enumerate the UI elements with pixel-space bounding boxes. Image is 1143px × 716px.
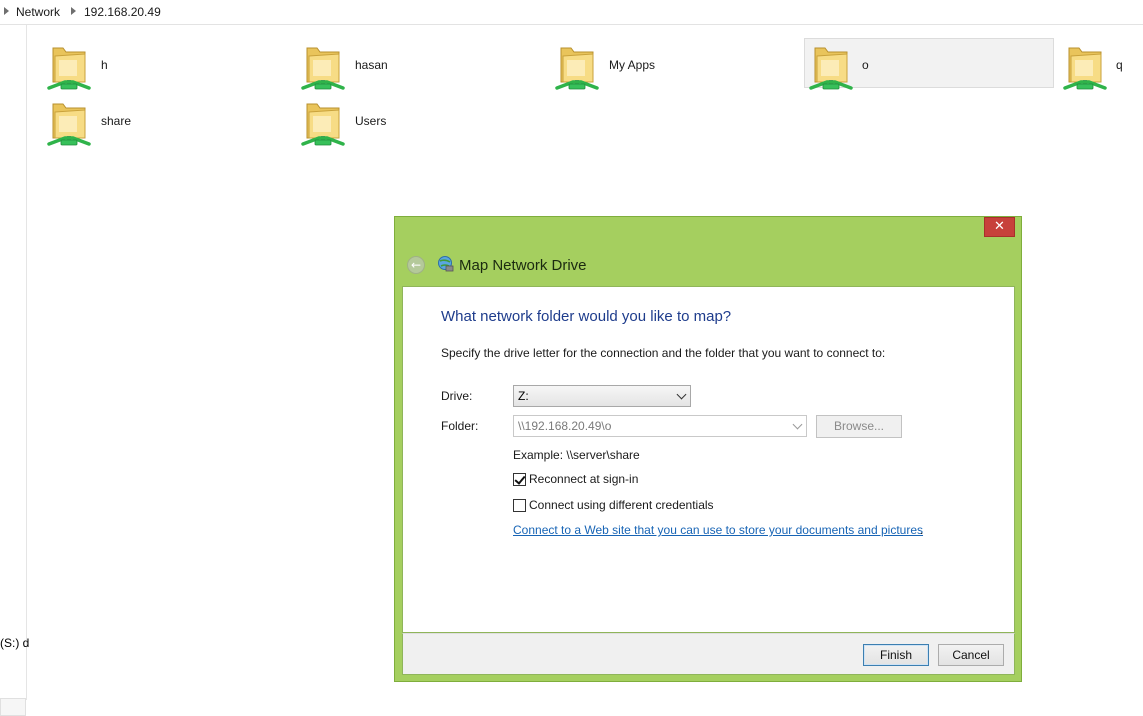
browse-button[interactable]: Browse... (816, 415, 902, 438)
chevron-right-icon[interactable] (71, 7, 76, 15)
network-folder-icon (301, 102, 345, 146)
folder-value: \\192.168.20.49\o (518, 419, 612, 433)
folder-label: My Apps (609, 58, 656, 72)
instructions-text: Specify the drive letter for the connect… (441, 346, 886, 360)
back-arrow-icon: ← (410, 258, 422, 272)
reconnect-label[interactable]: Reconnect at sign-in (529, 472, 638, 486)
chevron-right-icon[interactable] (4, 7, 9, 15)
address-bar[interactable]: Network 192.168.20.49 (0, 0, 1143, 25)
reconnect-checkbox[interactable] (513, 473, 526, 486)
network-folder-icon (809, 46, 853, 90)
folder-label: Folder: (441, 419, 479, 433)
network-folder-icon (1063, 46, 1107, 90)
back-button[interactable]: ← (407, 256, 425, 274)
network-folder-icon (47, 46, 91, 90)
dialog-content: What network folder would you like to ma… (402, 286, 1015, 633)
horizontal-scrollbar[interactable] (0, 698, 26, 716)
example-text: Example: \\server\share (513, 448, 640, 462)
drive-select[interactable]: Z: (513, 385, 691, 407)
folder-label: h (101, 58, 108, 72)
dialog-title: Map Network Drive (459, 257, 587, 274)
folder-my-apps[interactable]: My Apps (540, 38, 790, 90)
finish-button[interactable]: Finish (863, 644, 929, 666)
folder-label: q (1116, 58, 1123, 72)
chevron-down-icon (676, 389, 687, 400)
chevron-down-icon[interactable] (792, 419, 803, 430)
network-folder-icon (47, 102, 91, 146)
nav-item-drive-s[interactable]: (S:) d (0, 636, 29, 650)
checkmark-icon (514, 473, 526, 485)
breadcrumb-host[interactable]: 192.168.20.49 (84, 5, 161, 19)
folder-label: Users (355, 114, 387, 128)
network-folder-icon (555, 46, 599, 90)
cancel-button[interactable]: Cancel (938, 644, 1004, 666)
network-folder-icon (301, 46, 345, 90)
folder-label: hasan (355, 58, 388, 72)
navigation-pane: (S:) d (0, 25, 29, 716)
dialog-footer: Finish Cancel (402, 633, 1015, 675)
folder-input[interactable]: \\192.168.20.49\o (513, 415, 807, 437)
folder-label: share (101, 114, 132, 128)
folder-label: o (862, 58, 869, 72)
close-icon: ✕ (994, 219, 1005, 234)
folder-hasan[interactable]: hasan (286, 38, 536, 90)
folder-share[interactable]: share (32, 94, 282, 146)
drive-label: Drive: (441, 389, 473, 403)
folder-h[interactable]: h (32, 38, 282, 90)
breadcrumb-network[interactable]: Network (16, 5, 60, 19)
map-network-drive-dialog: ✕ ← Map Network Drive What network folde… (394, 216, 1022, 682)
folder-q[interactable]: q (1058, 38, 1143, 90)
drive-value: Z: (518, 389, 529, 403)
close-button[interactable]: ✕ (984, 217, 1015, 237)
web-site-link[interactable]: Connect to a Web site that you can use t… (513, 523, 923, 537)
credentials-checkbox[interactable] (513, 499, 526, 512)
folder-users[interactable]: Users (286, 94, 536, 146)
dialog-heading: What network folder would you like to ma… (441, 308, 732, 325)
link-period: . (920, 523, 924, 537)
map-network-drive-icon (438, 256, 454, 272)
folder-o[interactable]: o (804, 38, 1054, 90)
credentials-label[interactable]: Connect using different credentials (529, 498, 714, 512)
